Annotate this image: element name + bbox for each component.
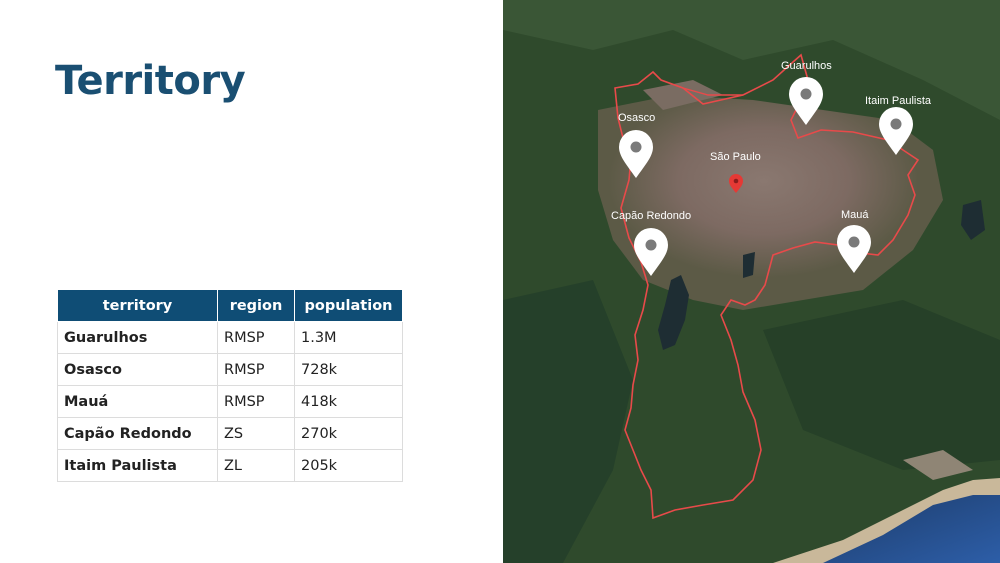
slide-title: Territory (55, 58, 246, 104)
satellite-map[interactable]: Guarulhos Itaim Paulista Osasco São Paul… (503, 0, 1000, 563)
region-cell: RMSP (217, 385, 295, 418)
population-cell: 728k (294, 353, 403, 386)
map-label-maua: Mauá (841, 209, 869, 221)
map-label-itaim-paulista: Itaim Paulista (865, 95, 932, 107)
table-row: Capão Redondo ZS 270k (57, 417, 403, 450)
column-header-region: region (217, 289, 295, 322)
territory-cell: Guarulhos (57, 321, 218, 354)
territory-cell: Mauá (57, 385, 218, 418)
column-header-population: population (294, 289, 403, 322)
table-row: Mauá RMSP 418k (57, 385, 403, 418)
region-cell: RMSP (217, 353, 295, 386)
table-row: Osasco RMSP 728k (57, 353, 403, 386)
region-cell: ZS (217, 417, 295, 450)
region-cell: RMSP (217, 321, 295, 354)
population-cell: 1.3M (294, 321, 403, 354)
territory-cell: Itaim Paulista (57, 449, 218, 482)
map-label-osasco: Osasco (618, 112, 655, 124)
population-cell: 270k (294, 417, 403, 450)
region-cell: ZL (217, 449, 295, 482)
map-label-capao-redondo: Capão Redondo (611, 210, 691, 222)
table-row: Guarulhos RMSP 1.3M (57, 321, 403, 354)
territory-table: territory region population Guarulhos RM… (57, 289, 403, 482)
table-header-row: territory region population (57, 289, 403, 322)
territory-cell: Capão Redondo (57, 417, 218, 450)
map-label-sao-paulo: São Paulo (710, 151, 761, 163)
territory-cell: Osasco (57, 353, 218, 386)
column-header-territory: territory (57, 289, 218, 322)
map-label-guarulhos: Guarulhos (781, 60, 832, 72)
table-row: Itaim Paulista ZL 205k (57, 449, 403, 482)
population-cell: 205k (294, 449, 403, 482)
population-cell: 418k (294, 385, 403, 418)
